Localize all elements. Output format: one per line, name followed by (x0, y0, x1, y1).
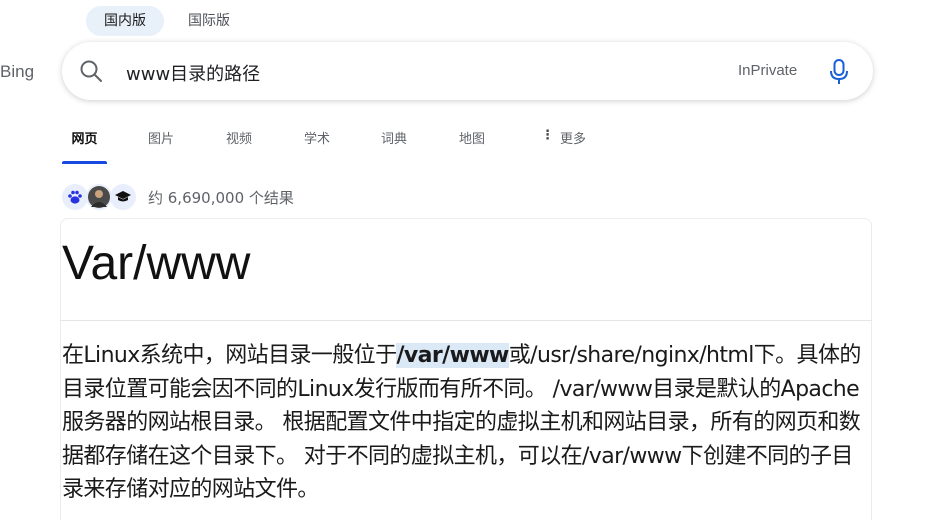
answer-text: 在Linux系统中，网站目录一般位于/var/www或/usr/share/ng… (62, 339, 872, 507)
answer-title: Var/www (62, 237, 251, 290)
tab-images[interactable]: 图片 (148, 112, 174, 164)
microphone-icon[interactable] (828, 58, 850, 86)
inprivate-label: InPrivate (738, 62, 798, 79)
tab-maps[interactable]: 地图 (459, 112, 485, 164)
tab-dictionary[interactable]: 词典 (381, 112, 407, 164)
tab-more-label: 更多 (560, 132, 587, 147)
search-icon[interactable] (78, 58, 104, 84)
answer-highlight: /var/www (396, 343, 509, 368)
tab-more[interactable]: ⋮ 更多 (541, 112, 586, 164)
region-tab-international[interactable]: 国际版 (170, 6, 248, 36)
result-stats: 约 6,690,000 个结果 (62, 184, 294, 210)
search-vertical-tabs: 网页 图片 视频 学术 词典 地图 ⋮ 更多 (62, 112, 586, 164)
search-input[interactable]: www目录的路径 (126, 60, 260, 86)
avatar-photo[interactable] (86, 184, 112, 210)
region-tab-domestic[interactable]: 国内版 (86, 6, 164, 36)
baidu-paw-icon[interactable] (62, 184, 88, 210)
search-box[interactable]: www目录的路径 InPrivate (62, 42, 873, 100)
tab-videos[interactable]: 视频 (226, 112, 252, 164)
more-vertical-icon: ⋮ (541, 128, 554, 143)
tab-academic[interactable]: 学术 (304, 112, 330, 164)
tab-web[interactable]: 网页 (62, 112, 107, 164)
result-count: 约 6,690,000 个结果 (148, 188, 294, 207)
region-tabs: 国内版 国际版 (86, 6, 248, 36)
bing-logo[interactable]: Bing (0, 62, 34, 82)
answer-divider (60, 320, 872, 321)
answer-text-before: 在Linux系统中，网站目录一般位于 (62, 343, 397, 368)
graduation-cap-icon[interactable] (110, 184, 136, 210)
